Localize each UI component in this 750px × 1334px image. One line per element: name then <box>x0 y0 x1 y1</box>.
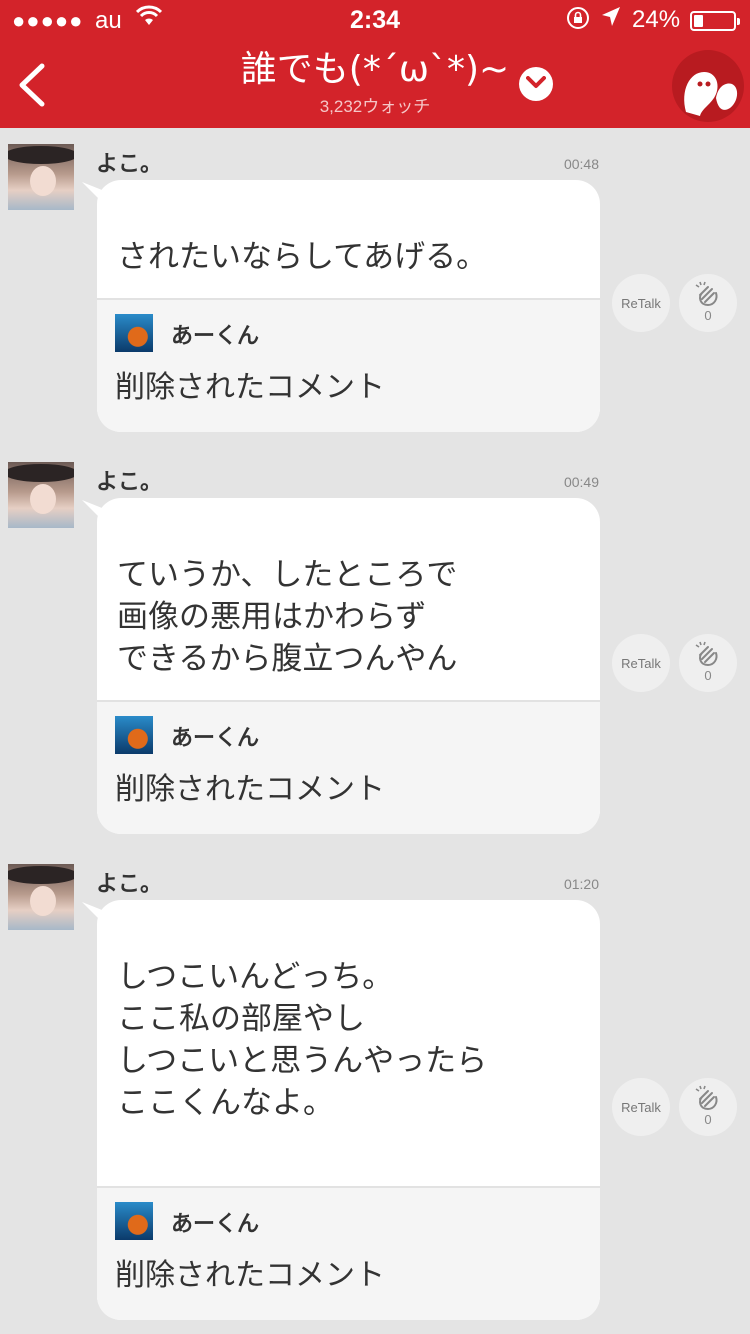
quoted-comment[interactable]: あーくん 削除されたコメント <box>97 1186 600 1320</box>
battery-fill <box>694 15 703 27</box>
room-title-area[interactable]: 誰でも(*´ω`*)~ 3,232ウォッチ <box>0 46 750 117</box>
avatar[interactable] <box>8 144 74 210</box>
avatar[interactable] <box>8 462 74 528</box>
post-time: 01:20 <box>563 876 599 892</box>
rotation-lock-icon <box>566 6 590 36</box>
post-username[interactable]: よこ。 <box>96 866 162 898</box>
post-username[interactable]: よこ。 <box>96 464 162 496</box>
mascot-icon <box>684 72 738 116</box>
quoted-username: あーくん <box>171 726 260 751</box>
retalk-button[interactable]: ReTalk <box>612 274 670 332</box>
clap-icon <box>695 1085 718 1111</box>
chevron-down-icon <box>526 76 546 88</box>
room-title: 誰でも(*´ω`*)~ <box>240 49 510 90</box>
message-bubble[interactable]: しつこいんどっち。 ここ私の部屋やし しつこいと思うんやったら ここくんなよ。 … <box>97 900 600 1320</box>
quoted-avatar <box>115 314 153 352</box>
clap-count: 0 <box>704 1112 712 1127</box>
talk-feed[interactable]: よこ。 00:48 されたいならしてあげる。 あーくん 削除されたコメント Re… <box>0 128 750 1334</box>
clap-button[interactable]: 0 <box>679 1078 737 1136</box>
message-bubble[interactable]: されたいならしてあげる。 あーくん 削除されたコメント <box>97 180 600 432</box>
message-bubble[interactable]: ていうか、したところで 画像の悪用はかわらず できるから腹立つんやん あーくん … <box>97 498 600 834</box>
retalk-button[interactable]: ReTalk <box>612 1078 670 1136</box>
quoted-comment[interactable]: あーくん 削除されたコメント <box>97 700 600 834</box>
battery-icon <box>690 11 740 31</box>
message-text: ていうか、したところで 画像の悪用はかわらず できるから腹立つんやん <box>117 557 458 677</box>
avatar[interactable] <box>8 864 74 930</box>
location-icon <box>600 5 622 35</box>
battery-percent: 24% <box>632 6 681 33</box>
quoted-text: 削除されたコメント <box>115 370 385 405</box>
header-bar: ●●●●● au 2:34 24% 誰でも(*´ω`*)~ 3,232ウォッチ <box>0 0 750 128</box>
quoted-username: あーくん <box>171 324 260 349</box>
clap-button[interactable]: 0 <box>679 274 737 332</box>
clap-icon <box>695 641 718 667</box>
quoted-text: 削除されたコメント <box>115 772 385 807</box>
quoted-avatar <box>115 716 153 754</box>
message-text: しつこいんどっち。 ここ私の部屋やし しつこいと思うんやったら ここくんなよ。 <box>117 959 488 1121</box>
clap-count: 0 <box>704 308 712 323</box>
clap-count: 0 <box>704 668 712 683</box>
retalk-button[interactable]: ReTalk <box>612 634 670 692</box>
clap-icon <box>695 281 718 307</box>
post-time: 00:48 <box>563 156 599 172</box>
quoted-text: 削除されたコメント <box>115 1258 385 1293</box>
mascot-button[interactable] <box>672 50 744 122</box>
quoted-username: あーくん <box>171 1212 260 1237</box>
post-username[interactable]: よこ。 <box>96 146 162 178</box>
quoted-comment[interactable]: あーくん 削除されたコメント <box>97 298 600 432</box>
message-text: されたいならしてあげる。 <box>117 239 488 275</box>
clap-button[interactable]: 0 <box>679 634 737 692</box>
quoted-avatar <box>115 1202 153 1240</box>
watch-count: 3,232ウォッチ <box>319 97 431 116</box>
room-menu-button[interactable] <box>519 67 553 101</box>
post-time: 00:49 <box>563 474 599 490</box>
status-bar: ●●●●● au 2:34 24% <box>0 0 750 40</box>
